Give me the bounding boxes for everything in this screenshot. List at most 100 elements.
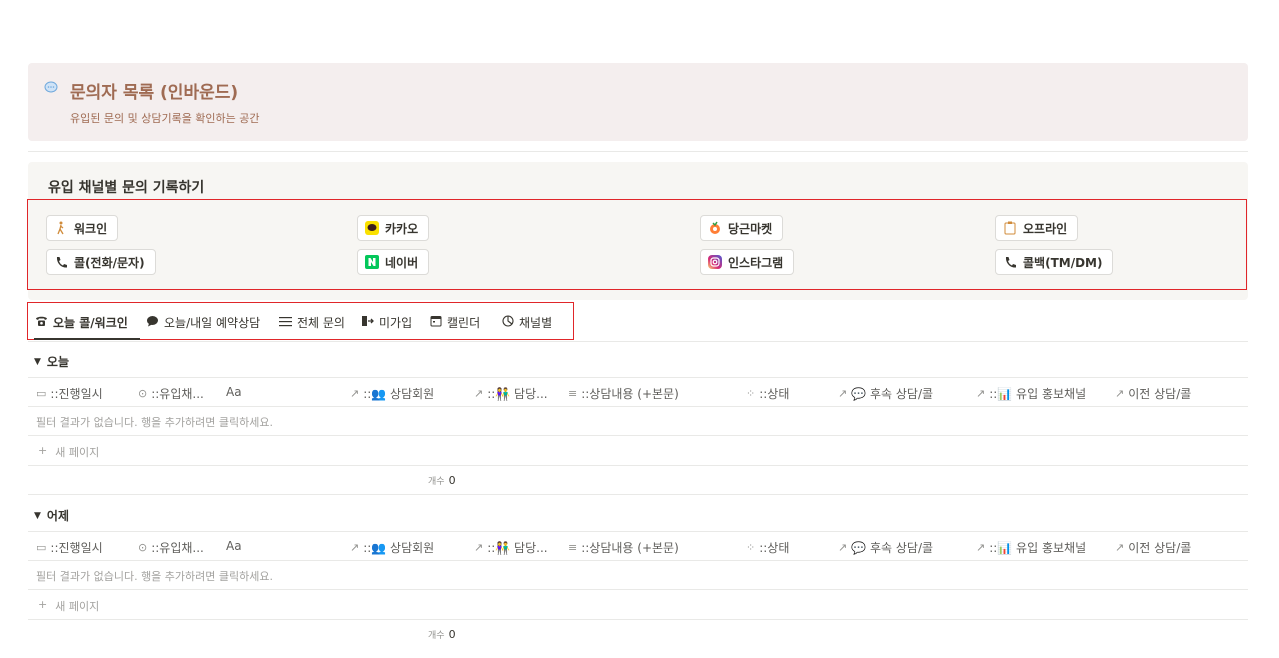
column-content[interactable]: ≡::상담내용 (+본문) <box>568 385 679 402</box>
tab-calendar[interactable]: 캘린더 <box>430 314 480 331</box>
column-title[interactable]: Aa <box>226 539 242 553</box>
select-circle-icon: ⊙ <box>138 387 148 400</box>
column-status[interactable]: ⁘::상태 <box>746 385 789 402</box>
relation-arrow-icon: ↗ <box>350 387 360 400</box>
group-name: 오늘 <box>46 355 70 369</box>
text-lines-icon: ≡ <box>568 541 578 554</box>
calendar-icon: ▭ <box>36 541 47 554</box>
telephone-icon <box>35 315 48 330</box>
column-followup[interactable]: ↗ 💬 후속 상담/콜 <box>838 539 933 556</box>
view-tabs: 오늘 콜/워크인 오늘/내일 예약상담 전체 문의 미가입 캘린더 채널별 <box>27 302 574 340</box>
plus-icon: + <box>38 598 48 611</box>
tab-divider <box>28 341 1248 342</box>
phone-icon <box>54 255 68 269</box>
group-name: 어제 <box>46 509 70 523</box>
kakao-talk-icon <box>365 221 379 235</box>
relation-arrow-icon: ↗ <box>838 387 848 400</box>
channel-section-title: 유입 채널별 문의 기록하기 <box>48 180 205 196</box>
tab-by-channel[interactable]: 채널별 <box>502 314 552 331</box>
status-spinner-icon: ⁘ <box>746 387 756 400</box>
relation-arrow-icon: ↗ <box>1115 541 1125 554</box>
relation-arrow-icon: ↗ <box>976 541 986 554</box>
new-page-button[interactable]: + 새 페이지 <box>28 436 1248 466</box>
divider <box>28 151 1248 152</box>
page-title: 문의자 목록 (인바운드) <box>70 83 239 103</box>
speech-bubble-icon <box>44 80 58 94</box>
tab-all-inquiries[interactable]: 전체 문의 <box>279 314 345 331</box>
empty-placeholder-row[interactable]: 필터 결과가 없습니다. 행을 추가하려면 클릭하세요. <box>28 407 1248 436</box>
relation-arrow-icon: ↗ <box>1115 387 1125 400</box>
channel-button-area: 워크인 카카오 당근마켓 오프라인 콜(전화/문자) 네이버 인스타그램 콜백(… <box>27 199 1247 290</box>
column-promo-channel[interactable]: ↗::📊 유입 홍보채널 <box>976 539 1086 556</box>
column-member[interactable]: ↗::👥 상담회원 <box>350 539 434 556</box>
call-button[interactable]: 콜(전화/문자) <box>46 249 156 275</box>
carrot-icon <box>708 221 722 235</box>
walking-person-icon <box>54 221 68 235</box>
plus-icon: + <box>38 444 48 457</box>
column-header-row: ▭::진행일시 ⊙::유입채... Aa ↗::👥 상담회원 ↗::👫 담당..… <box>28 531 1248 561</box>
column-channel[interactable]: ⊙::유입채... <box>138 385 204 402</box>
column-channel[interactable]: ⊙::유입채... <box>138 539 204 556</box>
page-subtitle: 유입된 문의 및 상담기록을 확인하는 공간 <box>70 112 260 125</box>
column-member[interactable]: ↗::👥 상담회원 <box>350 385 434 402</box>
empty-placeholder-row[interactable]: 필터 결과가 없습니다. 행을 추가하려면 클릭하세요. <box>28 561 1248 590</box>
kakao-button[interactable]: 카카오 <box>357 215 430 241</box>
instagram-icon <box>708 255 722 269</box>
column-title[interactable]: Aa <box>226 385 242 399</box>
column-date[interactable]: ▭::진행일시 <box>36 539 103 556</box>
new-page-button[interactable]: + 새 페이지 <box>28 590 1248 620</box>
kakao-button-label: 카카오 <box>385 221 419 236</box>
instagram-button-label: 인스타그램 <box>728 255 784 270</box>
offline-button[interactable]: 오프라인 <box>995 215 1079 241</box>
row-count[interactable]: 개수 0 <box>428 628 456 641</box>
column-followup[interactable]: ↗ 💬 후속 상담/콜 <box>838 385 933 402</box>
exit-door-icon <box>361 315 374 330</box>
channel-section: 유입 채널별 문의 기록하기 워크인 카카오 당근마켓 오프라인 콜(전화/문자… <box>27 162 1248 300</box>
status-spinner-icon: ⁘ <box>746 541 756 554</box>
chat-bubble-icon <box>146 315 159 330</box>
list-icon <box>279 316 292 330</box>
walkin-button-label: 워크인 <box>74 221 108 236</box>
instagram-button[interactable]: 인스타그램 <box>700 249 795 275</box>
tab-reservation[interactable]: 오늘/내일 예약상담 <box>146 314 260 331</box>
relation-arrow-icon: ↗ <box>838 541 848 554</box>
column-status[interactable]: ⁘::상태 <box>746 539 789 556</box>
triangle-down-icon: ▼ <box>34 510 41 521</box>
clipboard-icon <box>1003 221 1017 235</box>
call-button-label: 콜(전화/문자) <box>74 255 145 270</box>
offline-button-label: 오프라인 <box>1023 221 1068 236</box>
tab-unregistered[interactable]: 미가입 <box>361 314 412 331</box>
header-callout: 문의자 목록 (인바운드) 유입된 문의 및 상담기록을 확인하는 공간 <box>28 63 1248 141</box>
select-circle-icon: ⊙ <box>138 541 148 554</box>
danggeun-button-label: 당근마켓 <box>728 221 773 236</box>
danggeun-button[interactable]: 당근마켓 <box>700 215 784 241</box>
column-promo-channel[interactable]: ↗::📊 유입 홍보채널 <box>976 385 1086 402</box>
relation-arrow-icon: ↗ <box>474 387 484 400</box>
column-date[interactable]: ▭::진행일시 <box>36 385 103 402</box>
relation-arrow-icon: ↗ <box>976 387 986 400</box>
pie-chart-icon <box>502 315 514 330</box>
column-manager[interactable]: ↗::👫 담당... <box>474 385 548 402</box>
group-toggle-yesterday[interactable]: ▼ 어제 <box>34 507 69 524</box>
relation-arrow-icon: ↗ <box>350 541 360 554</box>
active-tab-indicator <box>34 338 140 340</box>
naver-icon <box>365 255 379 269</box>
walkin-button[interactable]: 워크인 <box>46 215 119 241</box>
column-manager[interactable]: ↗::👫 담당... <box>474 539 548 556</box>
column-content[interactable]: ≡::상담내용 (+본문) <box>568 539 679 556</box>
phone-icon <box>1003 255 1017 269</box>
column-previous[interactable]: ↗ 이전 상담/콜 <box>1115 539 1191 556</box>
relation-arrow-icon: ↗ <box>474 541 484 554</box>
triangle-down-icon: ▼ <box>34 356 41 367</box>
group-divider <box>28 494 1248 495</box>
tab-today-call-walkin[interactable]: 오늘 콜/워크인 <box>35 314 128 331</box>
text-lines-icon: ≡ <box>568 387 578 400</box>
calendar-icon <box>430 315 442 330</box>
naver-button[interactable]: 네이버 <box>357 249 430 275</box>
callback-button[interactable]: 콜백(TM/DM) <box>995 249 1114 275</box>
column-previous[interactable]: ↗ 이전 상담/콜 <box>1115 385 1191 402</box>
calendar-icon: ▭ <box>36 387 47 400</box>
column-header-row: ▭::진행일시 ⊙::유입채... Aa ↗::👥 상담회원 ↗::👫 담당..… <box>28 377 1248 407</box>
row-count[interactable]: 개수 0 <box>428 474 456 487</box>
group-toggle-today[interactable]: ▼ 오늘 <box>34 353 69 370</box>
